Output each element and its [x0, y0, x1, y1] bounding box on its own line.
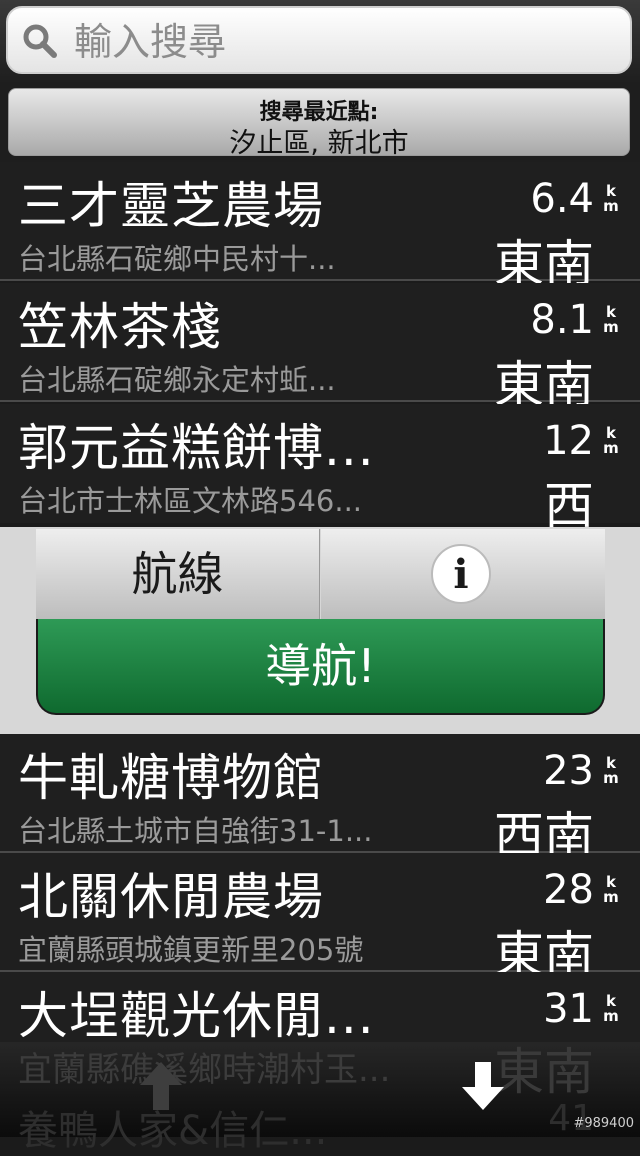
distance-unit: km — [603, 873, 619, 906]
result-name: 笠林茶棧 — [18, 298, 222, 356]
search-input[interactable] — [72, 16, 616, 68]
scroll-down-arrow-icon[interactable] — [458, 1058, 508, 1114]
watermark: #989400 — [573, 1116, 634, 1131]
result-distance: 31 — [543, 986, 594, 1032]
result-row-selected[interactable]: 郭元益糕餅博... 台北市士林區文林路546... 12 km 西 — [0, 404, 640, 535]
scroll-up-arrow-icon[interactable] — [136, 1058, 186, 1114]
near-point-value: 汐止區, 新北市 — [229, 128, 409, 159]
result-distance: 8.1 — [530, 297, 594, 343]
result-distance: 12 — [543, 418, 594, 464]
distance-unit: km — [603, 182, 619, 215]
result-row[interactable]: 牛軋糖博物館 台北縣土城市自強街31-1... 23 km 西南 — [0, 734, 640, 865]
result-row[interactable]: 笠林茶棧 台北縣石碇鄉永定村蚯... 8.1 km 東南 — [0, 283, 640, 414]
distance-unit: km — [603, 754, 619, 787]
bottom-nav-bar: 宜蘭縣礁溪鄉時潮村玉... 東南 養鴨人家&信仁... 41 — [0, 1042, 640, 1154]
route-button[interactable]: 航線 — [36, 529, 320, 619]
distance-unit: km — [603, 992, 619, 1025]
search-bar — [0, 0, 640, 84]
near-point-section: 搜尋最近點: 汐止區, 新北市 — [0, 84, 640, 162]
search-box[interactable] — [6, 6, 632, 74]
result-address: 台北縣土城市自強街31-1... — [18, 814, 373, 848]
faded-result-direction: 東南 — [494, 1043, 594, 1101]
result-address: 台北縣石碇鄉永定村蚯... — [18, 363, 336, 397]
result-address: 台北縣石碇鄉中民村十... — [18, 242, 336, 276]
result-name: 三才靈芝農場 — [18, 177, 324, 235]
result-address: 宜蘭縣頭城鎮更新里205號 — [18, 933, 364, 967]
result-address: 台北市士林區文林路546... — [18, 484, 363, 518]
action-panel: 航線 i 導航! — [0, 527, 640, 734]
result-distance: 28 — [543, 867, 594, 913]
search-icon — [23, 24, 57, 58]
result-name: 郭元益糕餅博... — [18, 419, 375, 477]
result-name: 北關休閒農場 — [18, 868, 324, 926]
distance-unit: km — [603, 303, 619, 336]
near-point-button[interactable]: 搜尋最近點: 汐止區, 新北市 — [8, 88, 630, 159]
faded-result-address: 宜蘭縣礁溪鄉時潮村玉... — [18, 1050, 391, 1090]
result-name: 牛軋糖博物館 — [18, 749, 324, 807]
svg-text:i: i — [453, 551, 468, 598]
result-name: 大埕觀光休閒... — [18, 987, 375, 1045]
result-row[interactable]: 三才靈芝農場 台北縣石碇鄉中民村十... 6.4 km 東南 — [0, 162, 640, 293]
result-distance: 23 — [543, 748, 594, 794]
info-button[interactable]: i — [321, 529, 605, 619]
result-distance: 6.4 — [530, 176, 594, 222]
distance-unit: km — [603, 424, 619, 457]
info-icon: i — [431, 544, 491, 604]
result-row[interactable]: 北關休閒農場 宜蘭縣頭城鎮更新里205號 28 km 東南 — [0, 853, 640, 984]
navigate-button[interactable]: 導航! — [36, 619, 605, 715]
